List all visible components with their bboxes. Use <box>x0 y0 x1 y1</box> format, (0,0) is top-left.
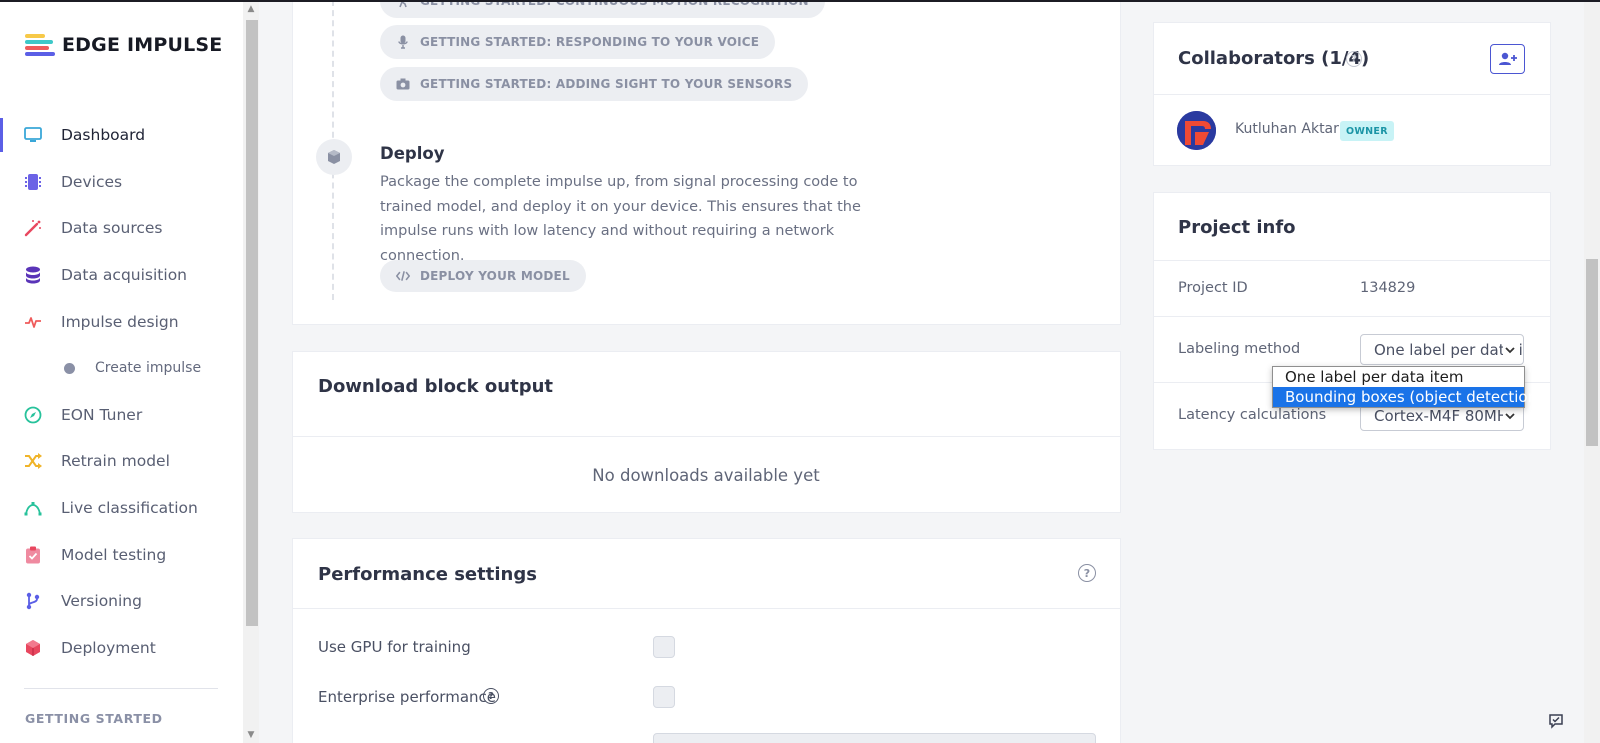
sidebar-item-live-classification[interactable]: Live classification <box>0 485 243 532</box>
pill-responding-to-voice[interactable]: GETTING STARTED: RESPONDING TO YOUR VOIC… <box>380 25 776 59</box>
card-divider <box>293 436 1120 437</box>
latency-calculations-value: Cortex-M4F 80MHz <box>1374 406 1517 425</box>
sidebar-item-label: EON Tuner <box>61 405 143 424</box>
sidebar-divider <box>24 688 218 689</box>
pill-adding-sight[interactable]: GETTING STARTED: ADDING SIGHT TO YOUR SE… <box>380 67 809 101</box>
code-icon <box>396 269 410 283</box>
card-divider <box>1154 94 1550 95</box>
brand-name: EDGE IMPULSE <box>62 34 223 56</box>
sidebar-item-label: Impulse design <box>61 312 179 331</box>
enterprise-performance-label: Enterprise performance <box>318 688 496 706</box>
sidebar-item-model-testing[interactable]: Model testing <box>0 531 243 578</box>
edge-impulse-logo-icon <box>25 34 55 56</box>
project-id-value: 134829 <box>1360 280 1416 296</box>
sidebar: EDGE IMPULSE Dashboard Devices Data sour… <box>0 0 243 743</box>
sidebar-item-label: Versioning <box>61 592 142 611</box>
labeling-method-value: One label per data item <box>1374 340 1523 359</box>
deploy-description: Package the complete impulse up, from si… <box>380 174 861 264</box>
feedback-icon[interactable] <box>1546 711 1566 731</box>
no-downloads-text: No downloads available yet <box>592 466 820 485</box>
branch-icon <box>24 592 42 610</box>
project-id-label: Project ID <box>1178 280 1248 296</box>
chevron-down-icon <box>1503 409 1517 423</box>
collaborator-name: Kutluhan Aktar <box>1235 121 1339 137</box>
sidebar-item-retrain-model[interactable]: Retrain model <box>0 438 243 485</box>
scroll-up-icon[interactable]: ▲ <box>245 4 257 14</box>
deploy-step-icon <box>316 139 352 175</box>
add-collaborator-button[interactable] <box>1490 44 1525 74</box>
sidebar-item-label: Data acquisition <box>61 266 187 285</box>
performance-input[interactable] <box>653 733 1096 743</box>
card-divider <box>1154 260 1550 261</box>
pill-label: GETTING STARTED: RESPONDING TO YOUR VOIC… <box>420 35 760 49</box>
sidebar-item-impulse-design[interactable]: Impulse design <box>0 298 243 345</box>
project-info-title: Project info <box>1178 217 1296 238</box>
curve-icon <box>24 499 42 517</box>
pulse-icon <box>24 313 42 331</box>
sidebar-item-label: Data sources <box>61 219 163 238</box>
deploy-your-model-button[interactable]: DEPLOY YOUR MODEL <box>380 260 586 292</box>
labeling-method-dropdown: One label per data item Bounding boxes (… <box>1272 366 1543 408</box>
shuffle-icon <box>24 452 42 470</box>
sidebar-item-label: Create impulse <box>95 360 202 377</box>
sidebar-item-label: Deployment <box>61 638 156 657</box>
scroll-down-icon[interactable]: ▼ <box>245 730 257 740</box>
sidebar-item-data-acquisition[interactable]: Data acquisition <box>0 252 243 299</box>
button-label: DEPLOY YOUR MODEL <box>420 269 570 283</box>
compass-icon <box>24 406 42 424</box>
wand-icon <box>24 219 42 237</box>
sidebar-item-label: Model testing <box>61 545 167 564</box>
logo[interactable]: EDGE IMPULSE <box>25 34 222 56</box>
performance-settings-title: Performance settings <box>318 564 537 585</box>
card-divider <box>293 608 1120 609</box>
sidebar-item-create-impulse[interactable]: Create impulse <box>0 345 243 392</box>
labeling-method-label: Labeling method <box>1178 341 1301 357</box>
labeling-method-select[interactable]: One label per data item <box>1360 334 1524 365</box>
sidebar-item-label: Dashboard <box>61 126 146 145</box>
deploy-title: Deploy <box>380 144 445 163</box>
microphone-icon <box>396 35 410 49</box>
add-user-icon <box>1498 52 1517 65</box>
sidebar-item-label: Retrain model <box>61 452 170 471</box>
sidebar-section-heading: GETTING STARTED <box>25 711 163 726</box>
sidebar-item-deployment[interactable]: Deployment <box>0 625 243 672</box>
download-block-title: Download block output <box>318 376 554 397</box>
sidebar-item-devices[interactable]: Devices <box>0 159 243 206</box>
chip-icon <box>24 173 42 191</box>
pill-continuous-motion[interactable]: GETTING STARTED: CONTINUOUS MOTION RECOG… <box>380 0 825 18</box>
sidebar-scrollbar-thumb[interactable] <box>246 20 258 626</box>
chevron-down-icon <box>1503 343 1517 357</box>
enterprise-performance-checkbox[interactable] <box>653 686 675 708</box>
cube-icon <box>24 639 42 657</box>
card-divider <box>1154 316 1550 317</box>
sidebar-item-versioning[interactable]: Versioning <box>0 578 243 625</box>
help-icon[interactable]: ? <box>1346 51 1362 67</box>
avatar[interactable] <box>1177 111 1216 150</box>
sidebar-item-eon-tuner[interactable]: EON Tuner <box>0 392 243 439</box>
top-border <box>0 0 1600 2</box>
sidebar-item-label: Devices <box>61 172 123 191</box>
pill-label: GETTING STARTED: ADDING SIGHT TO YOUR SE… <box>420 77 793 91</box>
latency-calculations-label: Latency calculations <box>1178 407 1327 423</box>
owner-badge: OWNER <box>1340 121 1394 141</box>
use-gpu-checkbox[interactable] <box>653 636 675 658</box>
monitor-icon <box>24 126 42 144</box>
sidebar-item-dashboard[interactable]: Dashboard <box>0 112 243 159</box>
collaborators-title: Collaborators (1/4) <box>1178 48 1370 69</box>
dot-icon <box>64 362 75 374</box>
page-scrollbar-thumb[interactable] <box>1586 259 1598 446</box>
camera-icon <box>396 77 410 91</box>
labeling-option-single-label[interactable]: One label per data item <box>1273 367 1524 387</box>
database-icon <box>24 266 42 284</box>
help-icon[interactable]: ? <box>483 688 499 704</box>
sidebar-item-label: Live classification <box>61 499 198 518</box>
sidebar-nav: Dashboard Devices Data sources Data acqu… <box>0 112 243 671</box>
sidebar-item-data-sources[interactable]: Data sources <box>0 205 243 252</box>
labeling-option-bounding-boxes[interactable]: Bounding boxes (object detection) <box>1273 387 1543 407</box>
clipboard-icon <box>24 546 42 564</box>
help-icon[interactable]: ? <box>1078 564 1096 582</box>
use-gpu-label: Use GPU for training <box>318 638 471 656</box>
box-icon <box>328 150 340 164</box>
